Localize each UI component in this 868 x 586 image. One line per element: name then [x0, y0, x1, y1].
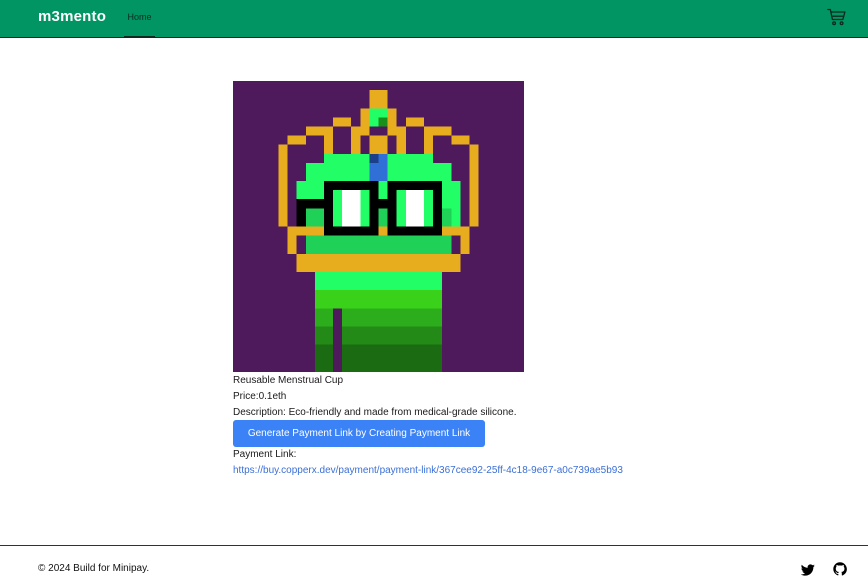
description-value: Eco-friendly and made from medical-grade…: [288, 407, 517, 418]
description-label: Description:: [233, 407, 286, 418]
footer-divider: [0, 545, 868, 546]
github-icon[interactable]: [833, 562, 847, 576]
product-info: Reusable Menstrual Cup Price:0.1eth Desc…: [233, 373, 516, 421]
footer-copyright: © 2024 Build for Minipay.: [38, 563, 150, 574]
product-description: Description: Eco-friendly and made from …: [233, 405, 516, 421]
generate-payment-link-button[interactable]: Generate Payment Link by Creating Paymen…: [233, 420, 485, 447]
product-price: Price:0.1eth: [233, 389, 516, 405]
payment-link[interactable]: https://buy.copperx.dev/payment/payment-…: [233, 464, 623, 478]
payment-link-label: Payment Link:: [233, 449, 297, 460]
top-navbar: m3mento Home: [0, 0, 868, 38]
brand-logo[interactable]: m3mento: [38, 8, 106, 25]
price-label: Price:: [233, 391, 259, 402]
nav-tab-home[interactable]: Home: [124, 0, 155, 38]
twitter-icon[interactable]: [801, 563, 815, 577]
cart-icon[interactable]: [827, 7, 847, 27]
product-image: [233, 81, 524, 372]
product-name: Reusable Menstrual Cup: [233, 375, 344, 386]
price-value: 0.1eth: [258, 391, 287, 402]
